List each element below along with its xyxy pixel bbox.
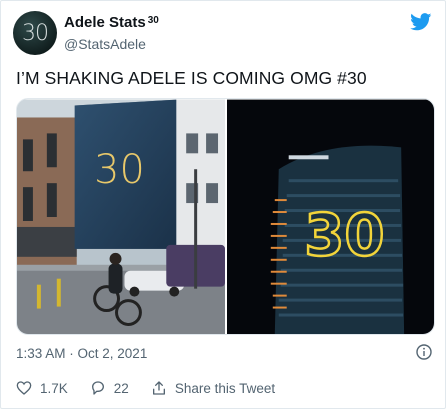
heart-icon: [16, 381, 32, 395]
avatar-text: 30: [22, 20, 49, 46]
author-block: Adele Stats 30 @StatsAdele: [64, 14, 159, 53]
tweet-actions: 1.7K 22 Share this Tweet: [16, 380, 297, 396]
share-label: Share this Tweet: [174, 380, 276, 396]
reply-button[interactable]: 22: [90, 380, 129, 396]
tweet-timestamp[interactable]: 1:33 AM · Oct 2, 2021: [16, 346, 147, 361]
info-icon[interactable]: [416, 344, 432, 360]
reply-count: 22: [113, 380, 129, 396]
media-photo-right[interactable]: 30: [227, 99, 434, 335]
avatar[interactable]: 30: [13, 11, 57, 55]
reply-icon: [91, 381, 104, 395]
share-button[interactable]: Share this Tweet: [151, 380, 275, 396]
twitter-bird-icon[interactable]: [410, 13, 432, 31]
tweet-card: 30 Adele Stats 30 @StatsAdele I’M SHAKING…: [0, 0, 446, 409]
media-right-number: 30: [304, 201, 384, 269]
display-name-badge: 30: [147, 15, 159, 26]
like-button[interactable]: 1.7K: [16, 380, 68, 396]
user-handle[interactable]: @StatsAdele: [64, 35, 159, 53]
tweet-media[interactable]: 30 30: [16, 98, 435, 335]
tweet-text: I’M SHAKING ADELE IS COMING OMG #30: [16, 68, 367, 88]
media-photo-left[interactable]: 30: [17, 99, 225, 335]
share-icon: [152, 381, 165, 395]
like-count: 1.7K: [40, 380, 68, 396]
display-name-text: Adele Stats: [64, 14, 146, 31]
media-left-number: 30: [94, 147, 145, 193]
display-name[interactable]: Adele Stats 30: [64, 14, 159, 32]
